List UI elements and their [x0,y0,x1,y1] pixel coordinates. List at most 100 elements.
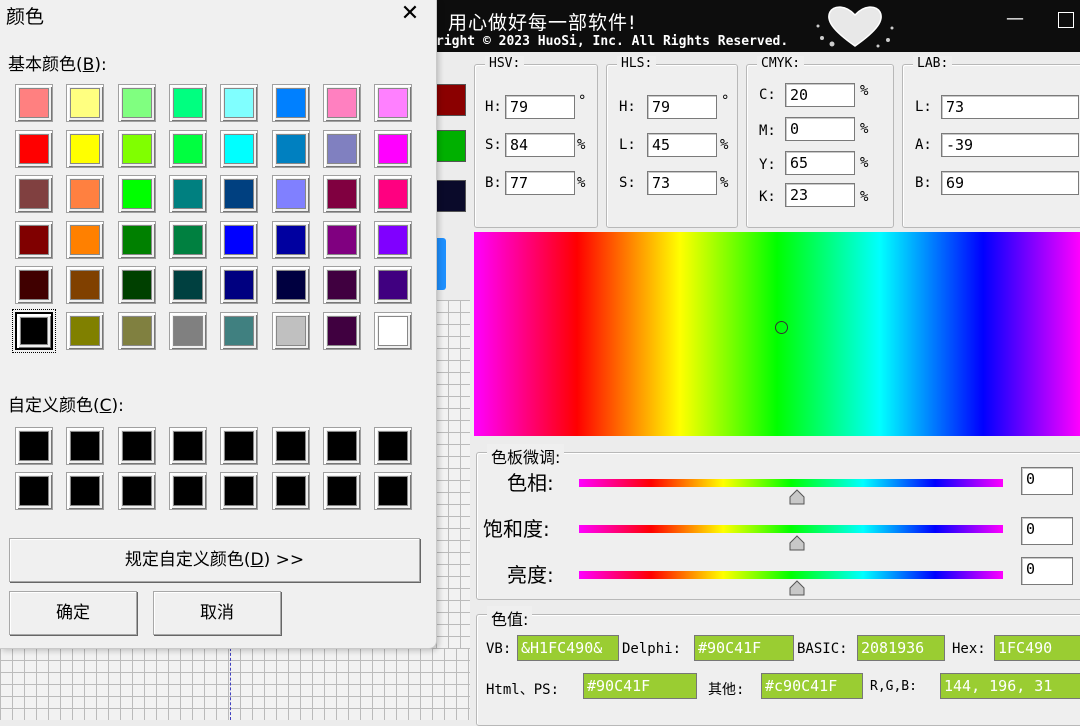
basic-color-swatch[interactable] [374,175,413,213]
custom-color-swatch[interactable] [271,472,310,510]
close-button[interactable]: ✕ [392,0,428,28]
lab-b-field[interactable]: 69 [941,171,1079,195]
basic-color-swatch[interactable] [66,311,105,350]
maximize-button[interactable] [1048,4,1080,34]
custom-color-swatch[interactable] [374,472,413,510]
basic-color-swatch[interactable] [168,266,207,304]
basic-color-swatch[interactable] [322,266,361,304]
custom-color-swatch[interactable] [15,427,53,465]
hue-value-field[interactable]: 0 [1021,467,1073,495]
custom-color-swatch[interactable] [66,472,105,510]
basic-color-swatch[interactable] [220,266,259,304]
basic-color-swatch[interactable] [322,129,361,168]
basic-color-swatch[interactable] [220,220,259,259]
custom-color-swatch[interactable] [66,427,105,465]
basic-color-swatch[interactable] [271,129,310,168]
brightness-slider-thumb-icon[interactable] [789,580,805,596]
basic-color-swatch[interactable] [15,220,53,259]
basic-color-swatch[interactable] [66,175,105,213]
basic-color-swatch[interactable] [322,175,361,213]
saturation-slider-thumb-icon[interactable] [789,535,805,551]
custom-color-swatch[interactable] [15,472,53,510]
basic-color-swatch[interactable] [168,220,207,259]
basic-color-swatch[interactable] [271,311,310,350]
custom-color-swatch[interactable] [374,427,413,465]
basic-color-swatch[interactable] [271,175,310,213]
define-custom-colors-button[interactable]: 规定自定义颜色(D) >> [9,538,420,582]
custom-color-swatch[interactable] [168,472,207,510]
basic-color-swatch[interactable] [168,311,207,350]
basic-color-swatch[interactable] [374,266,413,304]
basic-color-swatch[interactable] [15,84,53,122]
rgb-value-field[interactable]: 144, 196, 31 [940,673,1080,699]
html-ps-value-field[interactable]: #90C41F [583,673,697,699]
basic-color-swatch[interactable] [168,129,207,168]
brightness-slider-track[interactable] [579,571,1003,579]
color-spectrum[interactable] [474,232,1080,436]
basic-color-swatch[interactable] [117,129,156,168]
custom-color-swatch[interactable] [168,427,207,465]
minimize-button[interactable]: — [995,4,1035,34]
basic-color-swatch[interactable] [220,311,259,350]
brightness-value-field[interactable]: 0 [1021,557,1073,585]
custom-color-swatch[interactable] [271,427,310,465]
basic-color-swatch[interactable] [66,129,105,168]
basic-color-swatch[interactable] [322,311,361,350]
basic-color-swatch[interactable] [220,129,259,168]
hue-slider-track[interactable] [579,479,1003,487]
lab-a-field[interactable]: -39 [941,133,1079,157]
basic-color-swatch[interactable] [374,220,413,259]
basic-color-swatch[interactable] [117,220,156,259]
basic-color-swatch[interactable] [271,84,310,122]
basic-color-swatch[interactable] [66,84,105,122]
hsv-h-field[interactable]: 79 [505,95,575,119]
basic-color-swatch[interactable] [168,84,207,122]
custom-color-swatch[interactable] [322,427,361,465]
basic-color-swatch[interactable] [322,84,361,122]
custom-color-swatch[interactable] [117,472,156,510]
hsv-b-field[interactable]: 77 [505,171,575,195]
basic-color-swatch[interactable] [271,266,310,304]
hex-value-field[interactable]: 1FC490 [994,635,1080,661]
spectrum-cursor-icon[interactable] [775,321,788,334]
basic-color-swatch[interactable] [15,175,53,213]
vb-value-field[interactable]: &H1FC490& [517,635,619,661]
saturation-value-field[interactable]: 0 [1021,517,1073,545]
basic-color-swatch[interactable] [117,311,156,350]
basic-color-swatch[interactable] [322,220,361,259]
basic-value-field[interactable]: 2081936 [857,635,945,661]
basic-color-swatch[interactable] [374,311,413,350]
cmyk-k-field[interactable]: 23 [785,183,855,207]
basic-color-swatch[interactable] [374,84,413,122]
cmyk-m-field[interactable]: 0 [785,117,855,141]
basic-color-swatch[interactable] [12,308,56,353]
cmyk-c-field[interactable]: 20 [785,83,855,107]
basic-color-swatch[interactable] [117,175,156,213]
basic-color-swatch[interactable] [374,129,413,168]
hue-slider-thumb-icon[interactable] [789,489,805,505]
hls-l-field[interactable]: 45 [647,133,717,157]
custom-color-swatch[interactable] [322,472,361,510]
hls-s-field[interactable]: 73 [647,171,717,195]
basic-color-swatch[interactable] [15,129,53,168]
basic-color-swatch[interactable] [220,175,259,213]
basic-color-swatch[interactable] [66,220,105,259]
delphi-value-field[interactable]: #90C41F [694,635,794,661]
basic-color-swatch[interactable] [220,84,259,122]
basic-color-swatch[interactable] [168,175,207,213]
ok-button[interactable]: 确定 [9,591,137,635]
hsv-s-field[interactable]: 84 [505,133,575,157]
other-value-field[interactable]: #c90C41F [761,673,863,699]
basic-color-swatch[interactable] [271,220,310,259]
saturation-slider-track[interactable] [579,525,1003,533]
basic-color-swatch[interactable] [66,266,105,304]
basic-color-swatch[interactable] [15,266,53,304]
basic-color-swatch[interactable] [117,84,156,122]
cmyk-y-field[interactable]: 65 [785,151,855,175]
cancel-button[interactable]: 取消 [153,591,281,635]
custom-color-swatch[interactable] [220,427,259,465]
lab-l-field[interactable]: 73 [941,95,1079,119]
custom-color-swatch[interactable] [220,472,259,510]
custom-color-swatch[interactable] [117,427,156,465]
basic-color-swatch[interactable] [117,266,156,304]
